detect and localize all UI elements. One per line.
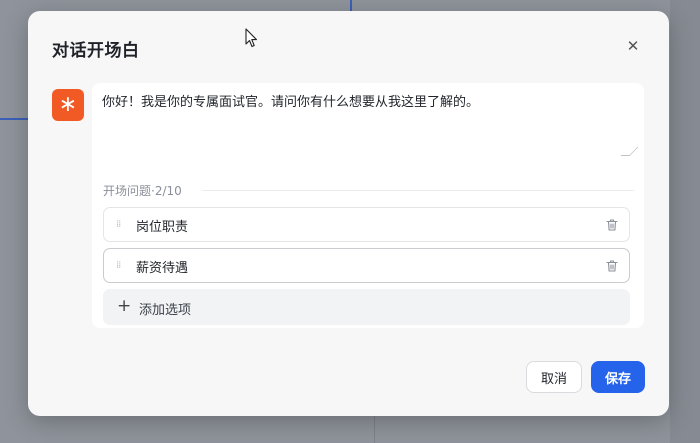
- add-option-label: 添加选项: [139, 303, 192, 318]
- opening-questions-label: 开场问题·2/10: [103, 184, 182, 198]
- drag-handle-icon[interactable]: ⁞⁞: [116, 259, 124, 273]
- bot-avatar: ∗: [52, 89, 84, 121]
- add-option-button[interactable]: + 添加选项: [103, 289, 630, 325]
- greeting-textarea[interactable]: 你好！我是你的专属面试官。请问你有什么想要从我这里了解的。: [102, 93, 632, 155]
- save-button[interactable]: 保存: [591, 361, 645, 393]
- asterisk-icon: ∗: [58, 92, 78, 117]
- drag-handle-icon[interactable]: ⁞⁞: [116, 218, 124, 232]
- close-button[interactable]: ✕: [625, 38, 641, 54]
- cancel-button[interactable]: 取消: [526, 361, 582, 393]
- mouse-cursor-icon: [245, 28, 258, 48]
- opening-content-card: 你好！我是你的专属面试官。请问你有什么想要从我这里了解的。 开场问题·2/10 …: [92, 83, 644, 328]
- plus-icon: +: [117, 296, 132, 316]
- question-input[interactable]: [136, 257, 576, 275]
- close-icon: ✕: [626, 37, 640, 55]
- question-input[interactable]: [136, 216, 576, 234]
- question-option: ⁞⁞: [103, 248, 630, 283]
- background-divider: [0, 118, 28, 120]
- question-option: ⁞⁞: [103, 207, 630, 242]
- trash-icon[interactable]: [605, 259, 619, 273]
- background-divider: [374, 415, 375, 443]
- section-divider: [202, 190, 634, 191]
- opening-dialog-modal: 对话开场白 ✕ ∗ 你好！我是你的专属面试官。请问你有什么想要从我这里了解的。 …: [28, 11, 669, 416]
- background-panel: [670, 0, 700, 443]
- trash-icon[interactable]: [605, 218, 619, 232]
- modal-title: 对话开场白: [52, 41, 140, 61]
